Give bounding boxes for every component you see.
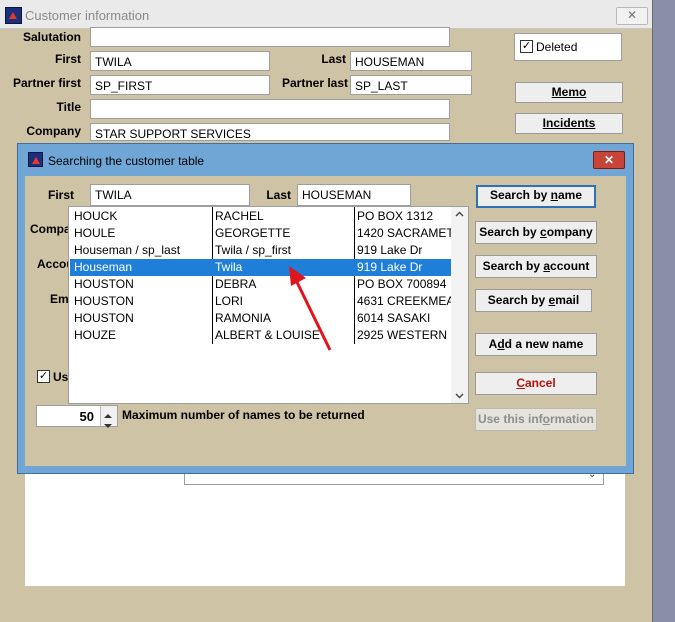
cancel-rest: ancel [524, 376, 556, 390]
company-label: Company [26, 124, 81, 138]
max-names-label: Maximum number of names to be returned [122, 408, 365, 422]
scroll-up-icon[interactable] [455, 208, 464, 222]
list-scrollbar[interactable] [451, 207, 468, 403]
list-cell-last: HOULE [74, 226, 116, 240]
annotation-arrow-icon [289, 266, 332, 351]
email-label-partial: Em [50, 292, 69, 306]
list-cell-address: 4631 CREEKMEA [357, 294, 452, 308]
use-checkbox[interactable]: ✓ [37, 370, 50, 383]
list-item[interactable]: HOUSTON DEBRA PO BOX 700894 [70, 276, 452, 293]
list-cell-last: HOUSTON [74, 294, 134, 308]
list-cell-last: Houseman [74, 260, 133, 274]
close-icon[interactable]: ✕ [616, 7, 648, 25]
use-info-rest: rmation [550, 412, 595, 426]
cancel-button[interactable]: Cancel [475, 372, 597, 395]
list-item[interactable]: Houseman / sp_last Twila / sp_first 919 … [70, 242, 452, 259]
list-cell-first: RACHEL [215, 209, 264, 223]
partner-first-field[interactable]: SP_FIRST [90, 75, 270, 95]
list-cell-last: HOUSTON [74, 311, 134, 325]
search-by-email-text: Search by [487, 293, 549, 307]
use-label-partial: Us [53, 370, 69, 384]
deleted-label: Deleted [536, 40, 578, 54]
list-item[interactable]: HOUSTON LORI 4631 CREEKMEA [70, 293, 452, 310]
list-item[interactable]: HOUZE ALBERT & LOUISE 2925 WESTERN [70, 327, 452, 344]
memo-button-label: Memo [551, 85, 587, 99]
window-title: Customer information [25, 8, 150, 23]
partner-last-label: Partner last [281, 76, 348, 90]
list-cell-last: Houseman / sp_last [74, 243, 181, 257]
first-name-field[interactable]: TWILA [90, 51, 270, 71]
first-name-label: First [54, 52, 81, 66]
incidents-button[interactable]: Incidents [515, 113, 623, 134]
list-item[interactable]: HOUCK RACHEL PO BOX 1312 [70, 208, 452, 225]
list-cell-last: HOUSTON [74, 277, 134, 291]
add-new-name-button[interactable]: Add a new name [475, 333, 597, 356]
results-list[interactable]: HOUCK RACHEL PO BOX 1312 HOULE GEORGETTE… [68, 206, 469, 404]
max-names-value: 50 [79, 409, 94, 424]
scroll-down-icon[interactable] [455, 389, 464, 403]
search-by-account-button[interactable]: Search by account [475, 255, 597, 278]
use-info-key: o [542, 412, 550, 426]
use-info-text: Use this inf [477, 412, 543, 426]
partner-last-field[interactable]: SP_LAST [350, 75, 472, 95]
search-by-company-text: Search by [479, 225, 540, 239]
list-cell-address: 2925 WESTERN [357, 328, 448, 342]
search-by-company-key: c [540, 225, 547, 239]
list-cell-address: 6014 SASAKI [357, 311, 431, 325]
list-cell-last: HOUZE [74, 328, 116, 342]
dialog-app-icon [28, 152, 43, 167]
cancel-key: C [516, 376, 525, 390]
dialog-first-label: First [47, 188, 74, 202]
add-new-name-rest: d a new name [504, 337, 584, 351]
list-item[interactable]: HOUSTON RAMONIA 6014 SASAKI [70, 310, 452, 327]
last-name-field[interactable]: HOUSEMAN [350, 51, 472, 71]
salutation-field[interactable] [90, 27, 450, 47]
list-cell-address: PO BOX 1312 [357, 209, 434, 223]
incidents-button-label: Incidents [542, 116, 596, 130]
search-by-name-text: Search by [489, 188, 551, 202]
notes-panel [25, 470, 625, 586]
use-this-information-button[interactable]: Use this information [475, 408, 597, 431]
list-cell-first: GEORGETTE [215, 226, 291, 240]
search-by-company-button[interactable]: Search by company [475, 221, 597, 244]
stepper-down-icon[interactable] [104, 418, 112, 432]
partner-first-label: Partner first [12, 76, 81, 90]
dialog-last-label: Last [266, 188, 291, 202]
list-item[interactable]: HOULE GEORGETTE 1420 SACRAMET [70, 225, 452, 242]
search-by-company-rest: ompany [546, 225, 593, 239]
search-by-account-rest: ccount [550, 259, 590, 273]
search-by-name-key: n [550, 188, 558, 202]
add-new-name-text: A [488, 337, 498, 351]
list-cell-address: 919 Lake Dr [357, 243, 423, 257]
dialog-close-icon[interactable]: ✕ [593, 151, 625, 169]
list-cell-address: 919 Lake Dr [357, 260, 423, 274]
dialog-last-field[interactable]: HOUSEMAN [297, 184, 411, 206]
list-item-selected[interactable]: Houseman Twila 919 Lake Dr [70, 259, 452, 276]
title-field[interactable] [90, 99, 450, 119]
list-cell-address: PO BOX 700894 [357, 277, 447, 291]
search-by-account-key: a [543, 259, 551, 273]
search-by-account-text: Search by [482, 259, 544, 273]
list-cell-last: HOUCK [74, 209, 118, 223]
list-cell-address: 1420 SACRAMET [357, 226, 452, 240]
dialog-title: Searching the customer table [48, 154, 205, 168]
search-by-name-button[interactable]: Search by name [476, 185, 596, 208]
memo-button[interactable]: Memo [515, 82, 623, 103]
search-by-email-button[interactable]: Search by email [475, 289, 592, 312]
search-by-name-rest: ame [558, 188, 583, 202]
dialog-first-field[interactable]: TWILA [90, 184, 250, 206]
company-label-partial: Compa [30, 222, 71, 236]
list-cell-first: Twila / sp_first [215, 243, 292, 257]
search-by-email-rest: mail [555, 293, 580, 307]
deleted-checkbox[interactable]: ✓ [520, 40, 533, 53]
last-name-label: Last [321, 52, 346, 66]
salutation-label: Salutation [22, 30, 81, 44]
company-field[interactable]: STAR SUPPORT SERVICES [90, 123, 450, 141]
add-new-name-key: d [497, 337, 505, 351]
title-label: Title [56, 100, 81, 114]
app-icon [5, 7, 22, 24]
